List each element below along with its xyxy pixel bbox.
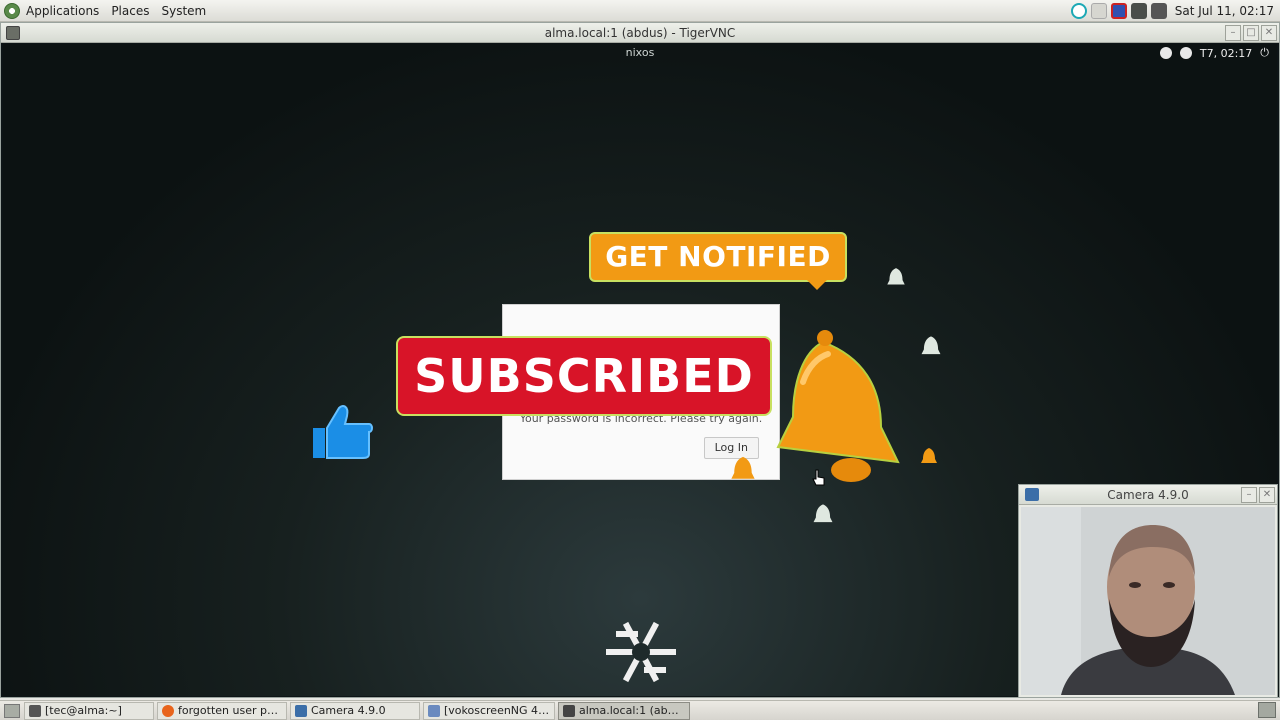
volume-icon[interactable] <box>1150 3 1167 19</box>
taskbar-task-1[interactable]: forgotten user pass... <box>157 701 287 720</box>
remote-clock[interactable]: T7, 02:17 <box>1200 47 1252 60</box>
taskbar: [tec@alma:~] forgotten user pass... Camera… <box>0 700 1280 720</box>
small-orange-bell-icon <box>921 448 937 463</box>
camera-window: Camera 4.9.0 – ✕ <box>1018 484 1278 698</box>
taskbar-task-label: alma.local:1 (abdus) ... <box>579 704 685 717</box>
top-menu: Applications Places System <box>20 0 212 22</box>
menu-places[interactable]: Places <box>105 0 155 22</box>
taskbar-task-label: [tec@alma:~] <box>45 704 122 717</box>
taskbar-task-0[interactable]: [tec@alma:~] <box>24 701 154 720</box>
firefox-icon <box>162 704 174 717</box>
get-notified-tail <box>807 280 827 290</box>
taskbar-task-label: Camera 4.9.0 <box>311 704 386 717</box>
system-tray: Sat Jul 11, 02:17 <box>1070 0 1280 22</box>
close-button[interactable]: ✕ <box>1261 25 1277 41</box>
small-bell-icon <box>921 336 941 355</box>
thumbs-up-icon <box>313 405 373 459</box>
menu-system[interactable]: System <box>155 0 212 22</box>
small-bell-icon <box>887 268 905 285</box>
vnc-window-title: alma.local:1 (abdus) - TigerVNC <box>544 25 736 40</box>
camera-close-button[interactable]: ✕ <box>1259 487 1275 503</box>
bell-icon <box>776 330 900 482</box>
vnc-icon <box>563 704 575 717</box>
maximize-button[interactable]: □ <box>1243 25 1259 41</box>
menu-applications[interactable]: Applications <box>20 0 105 22</box>
terminal-icon <box>29 704 41 717</box>
nixos-logo-icon <box>606 621 676 683</box>
teamviewer-icon[interactable] <box>1070 3 1087 19</box>
taskbar-task-3[interactable]: [vokoscreenNG 4.9.0] <box>423 701 555 720</box>
small-orange-bell-icon <box>731 456 755 479</box>
taskbar-task-2[interactable]: Camera 4.9.0 <box>290 701 420 720</box>
vokoscreen-icon <box>428 704 440 717</box>
screen-record-icon[interactable] <box>1110 3 1127 19</box>
vnc-titlebar[interactable]: alma.local:1 (abdus) - TigerVNC – □ ✕ <box>1 23 1279 43</box>
top-panel: Applications Places System Sat Jul 11, 0… <box>0 0 1280 22</box>
remote-tray: T7, 02:17 ⏻ <box>1159 46 1269 60</box>
remote-hostname: nixos <box>625 46 655 59</box>
power-icon[interactable]: ⏻ <box>1260 46 1269 60</box>
camera-window-controls: – ✕ <box>1241 487 1275 503</box>
get-notified-banner: GET NOTIFIED <box>589 232 847 282</box>
camera-icon <box>295 704 307 717</box>
camera-titlebar[interactable]: Camera 4.9.0 – ✕ <box>1019 485 1277 505</box>
accessibility-icon[interactable] <box>1179 47 1192 59</box>
show-desktop-button[interactable] <box>4 703 20 718</box>
mate-logo-icon[interactable] <box>4 2 20 19</box>
webcam-person-image <box>1021 507 1275 695</box>
camera-window-title: Camera 4.9.0 <box>1107 488 1189 502</box>
taskbar-task-label: forgotten user pass... <box>178 704 282 717</box>
camera-minimize-button[interactable]: – <box>1241 487 1257 503</box>
workspace-1-button[interactable] <box>1258 702 1276 718</box>
minimize-button[interactable]: – <box>1225 25 1241 41</box>
taskbar-task-label: [vokoscreenNG 4.9.0] <box>444 704 550 717</box>
subscribed-banner: SUBSCRIBED <box>396 336 772 416</box>
usb-icon[interactable] <box>1090 3 1107 19</box>
taskbar-task-4[interactable]: alma.local:1 (abdus) ... <box>558 701 690 720</box>
vnc-window-controls: – □ ✕ <box>1225 25 1277 41</box>
keyboard-layout-icon[interactable] <box>1159 47 1172 59</box>
hand-cursor-icon <box>812 469 825 486</box>
network-icon[interactable] <box>1130 3 1147 19</box>
camera-preview <box>1021 507 1275 695</box>
workspace-switcher <box>1258 702 1280 718</box>
clock[interactable]: Sat Jul 11, 02:17 <box>1175 4 1274 18</box>
small-bell-icon <box>813 504 833 523</box>
